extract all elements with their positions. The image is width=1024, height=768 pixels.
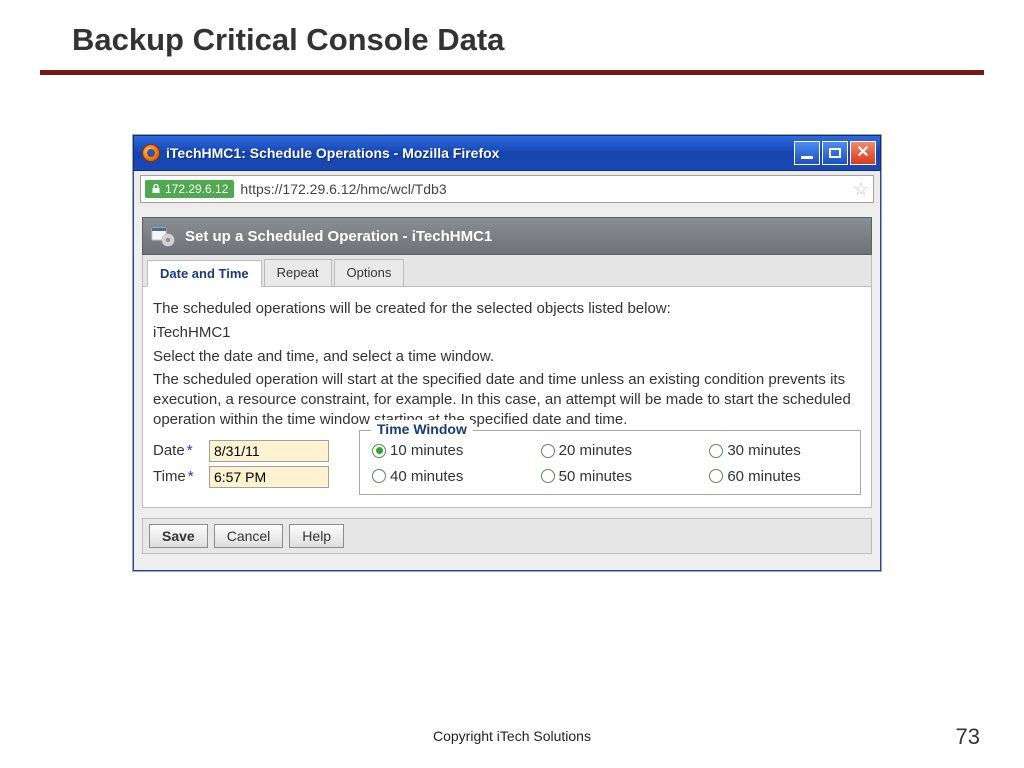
address-bar[interactable]: 172.29.6.12 https://172.29.6.12/hmc/wcl/… xyxy=(140,175,874,203)
window-titlebar[interactable]: iTechHMC1: Schedule Operations - Mozilla… xyxy=(133,135,881,171)
close-icon: ✕ xyxy=(856,145,869,161)
firefox-icon xyxy=(142,144,160,162)
slide-title: Backup Critical Console Data xyxy=(0,0,1024,70)
radio-icon xyxy=(372,469,386,483)
radio-20-minutes[interactable]: 20 minutes xyxy=(541,441,682,461)
site-host: 172.29.6.12 xyxy=(165,182,228,196)
tab-date-time[interactable]: Date and Time xyxy=(147,260,262,287)
lock-icon xyxy=(151,184,161,194)
tab-repeat[interactable]: Repeat xyxy=(264,259,332,286)
radio-60-minutes[interactable]: 60 minutes xyxy=(709,467,850,487)
page-number: 73 xyxy=(956,724,980,750)
time-label: Time* xyxy=(153,467,209,487)
copyright-text: Copyright iTech Solutions xyxy=(0,728,1024,744)
close-button[interactable]: ✕ xyxy=(850,141,876,165)
button-row: Save Cancel Help xyxy=(142,518,872,554)
radio-icon xyxy=(372,444,386,458)
time-window-group: Time Window 10 minutes 20 minutes 30 min… xyxy=(359,430,861,496)
radio-30-minutes[interactable]: 30 minutes xyxy=(709,441,850,461)
time-input[interactable] xyxy=(209,466,329,488)
date-label: Date* xyxy=(153,441,209,461)
tab-options[interactable]: Options xyxy=(334,259,405,286)
radio-icon xyxy=(709,469,723,483)
datetime-form: Date* Time* Time Window xyxy=(153,436,861,496)
window-controls: ✕ xyxy=(794,141,876,165)
time-window-legend: Time Window xyxy=(371,420,473,438)
tab-strip: Date and Time Repeat Options xyxy=(142,255,872,287)
required-icon: * xyxy=(187,442,193,459)
url-text: https://172.29.6.12/hmc/wcl/Tdb3 xyxy=(240,181,446,197)
explanation-text: The scheduled operation will start at th… xyxy=(153,370,861,429)
browser-window: iTechHMC1: Schedule Operations - Mozilla… xyxy=(132,134,882,572)
radio-10-minutes[interactable]: 10 minutes xyxy=(372,441,513,461)
page-header-title: Set up a Scheduled Operation - iTechHMC1 xyxy=(185,228,492,245)
radio-icon xyxy=(709,444,723,458)
title-rule xyxy=(40,70,984,75)
tab-panel: The scheduled operations will be created… xyxy=(142,287,872,508)
page-header-bar: Set up a Scheduled Operation - iTechHMC1 xyxy=(142,217,872,255)
address-toolbar: 172.29.6.12 https://172.29.6.12/hmc/wcl/… xyxy=(133,171,881,207)
bookmark-star-icon[interactable]: ☆ xyxy=(853,179,869,200)
object-name: iTechHMC1 xyxy=(153,323,861,343)
intro-text: The scheduled operations will be created… xyxy=(153,299,861,319)
datetime-fields: Date* Time* xyxy=(153,436,329,496)
help-button[interactable]: Help xyxy=(289,524,344,548)
radio-40-minutes[interactable]: 40 minutes xyxy=(372,467,513,487)
page-body: Set up a Scheduled Operation - iTechHMC1… xyxy=(133,207,881,571)
save-button[interactable]: Save xyxy=(149,524,208,548)
radio-50-minutes[interactable]: 50 minutes xyxy=(541,467,682,487)
cancel-button[interactable]: Cancel xyxy=(214,524,284,548)
window-title: iTechHMC1: Schedule Operations - Mozilla… xyxy=(166,145,499,161)
select-instruction: Select the date and time, and select a t… xyxy=(153,347,861,367)
radio-icon xyxy=(541,444,555,458)
minimize-button[interactable] xyxy=(794,141,820,165)
date-input[interactable] xyxy=(209,440,329,462)
radio-icon xyxy=(541,469,555,483)
maximize-button[interactable] xyxy=(822,141,848,165)
site-identity-badge[interactable]: 172.29.6.12 xyxy=(145,180,234,198)
schedule-icon xyxy=(151,225,175,247)
required-icon: * xyxy=(188,468,194,485)
